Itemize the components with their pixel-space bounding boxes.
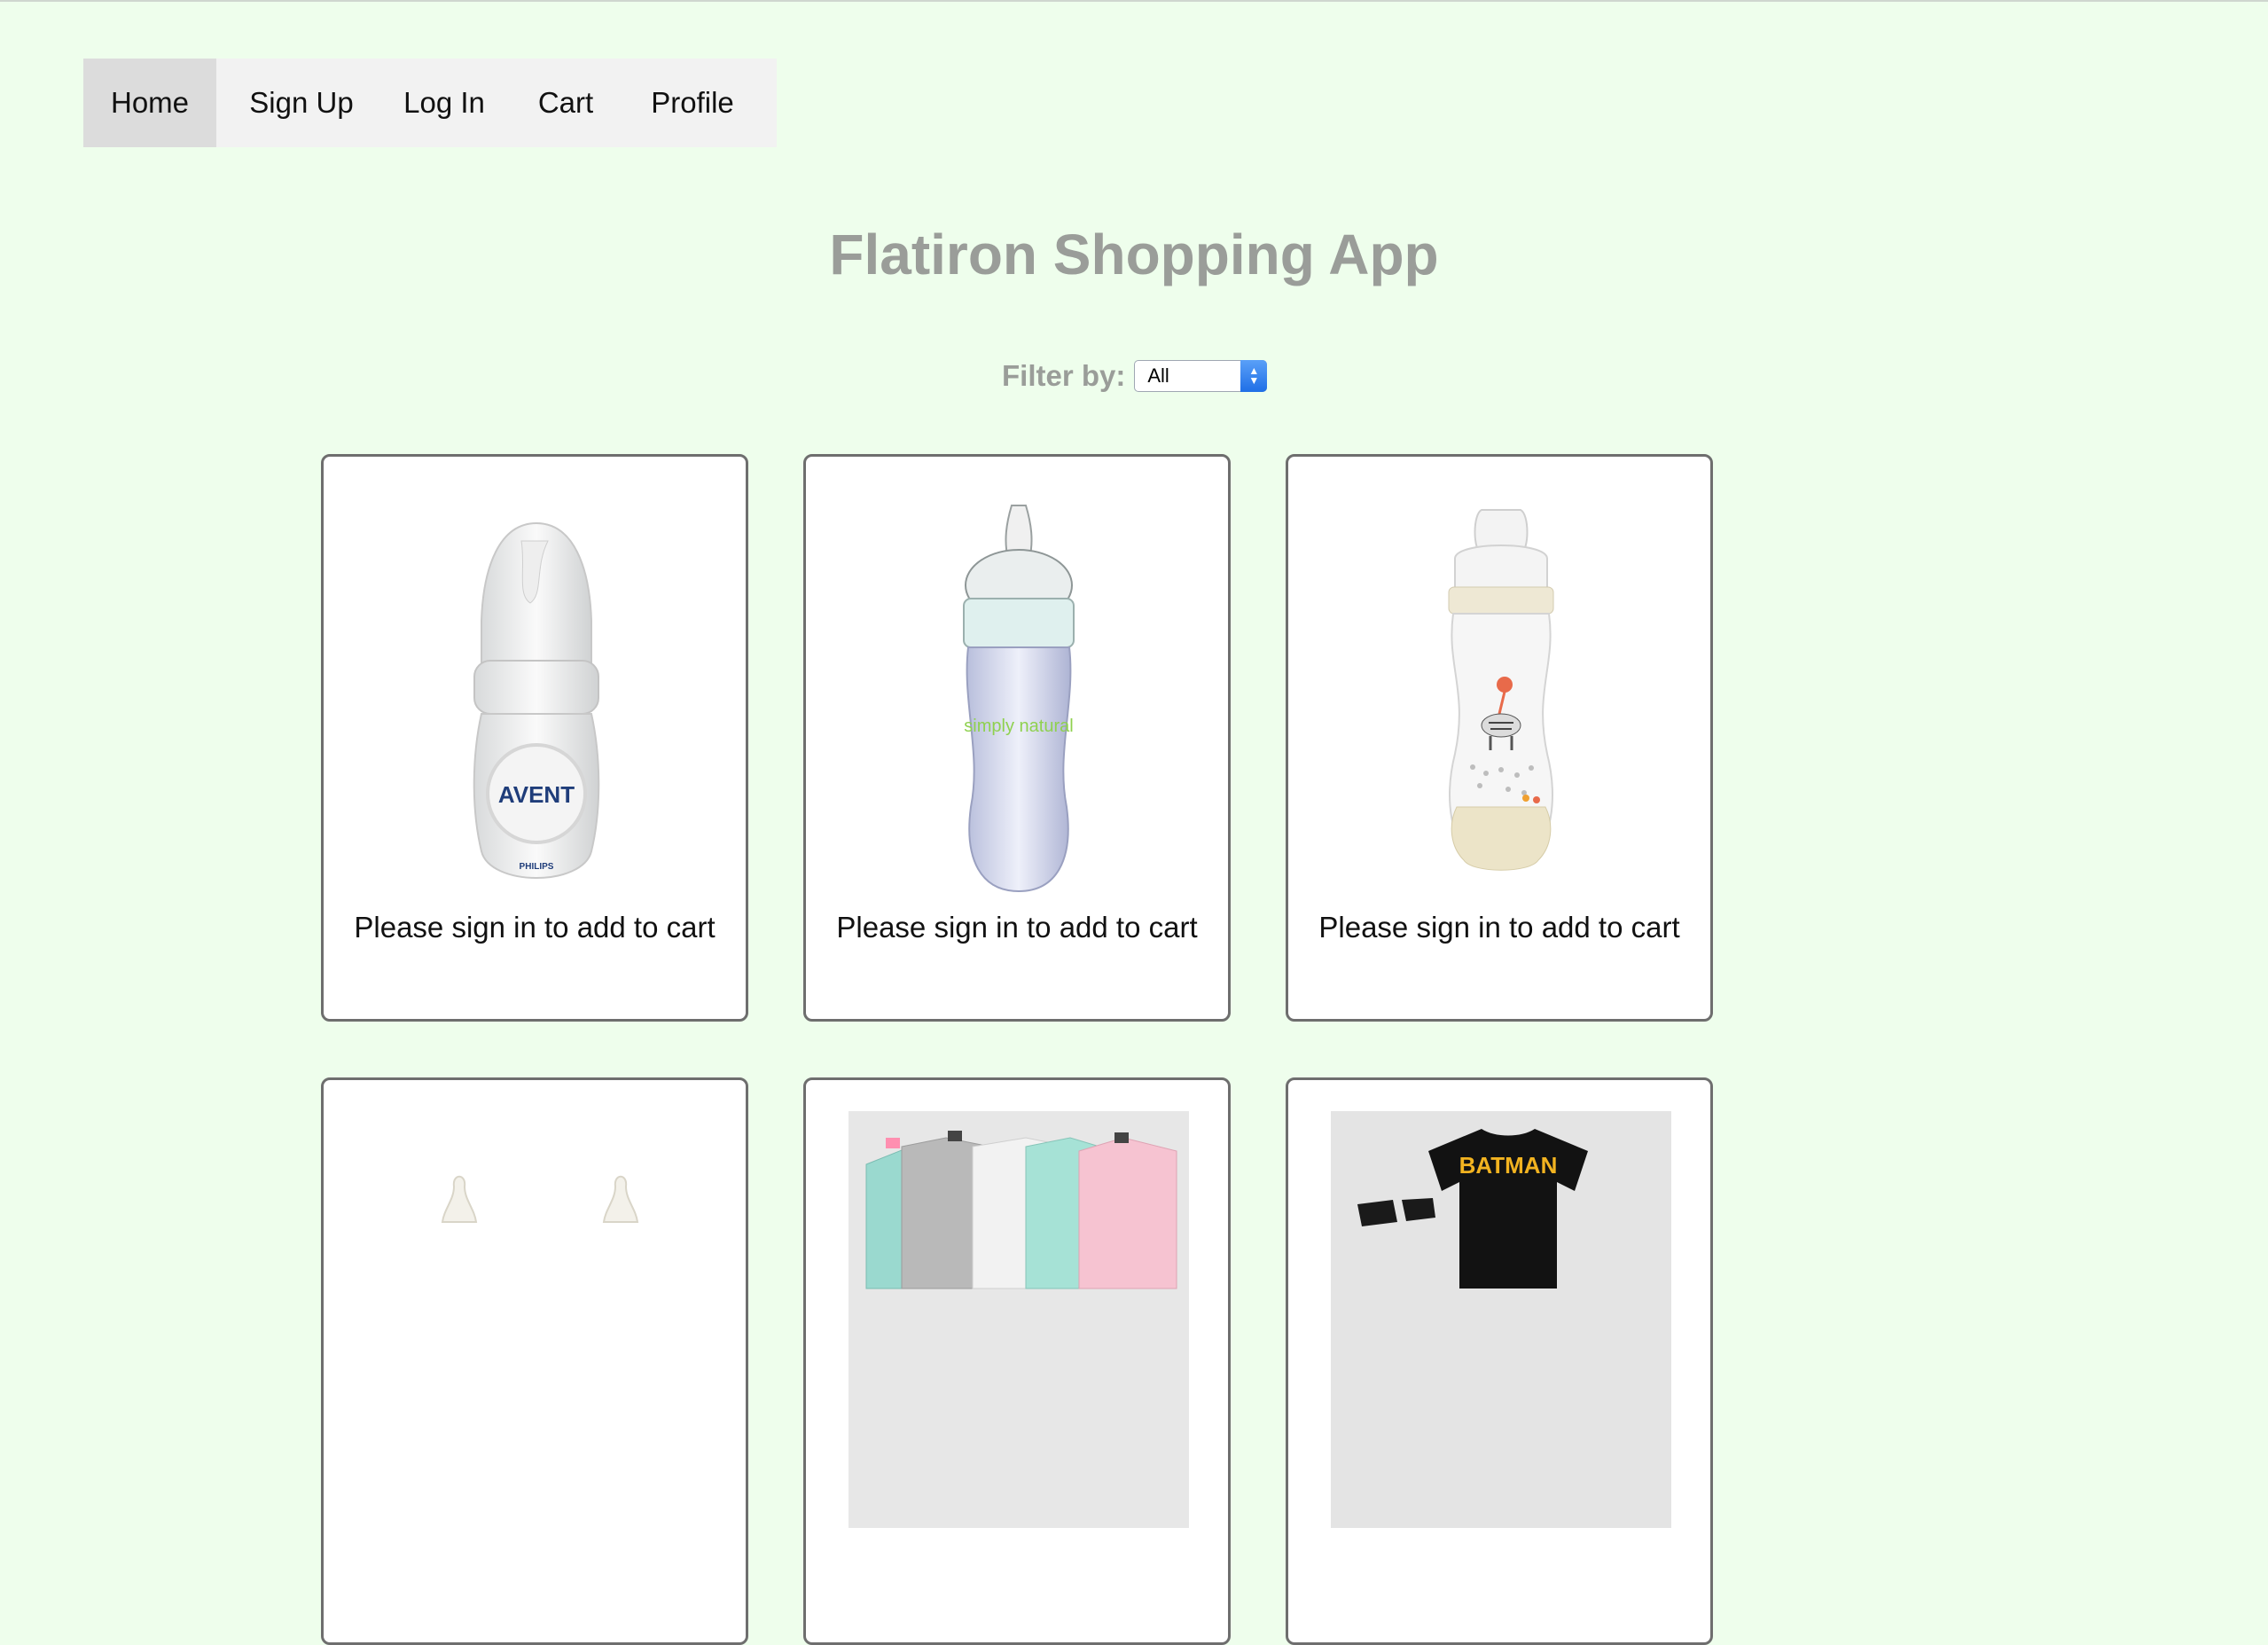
baby-sleepers-icon xyxy=(849,1111,1189,1528)
product-card: BATMAN xyxy=(1286,1077,1713,1645)
chevron-updown-icon: ▲ ▼ xyxy=(1240,360,1268,392)
baby-onesie-icon: BATMAN xyxy=(1331,1111,1671,1528)
nav-cart[interactable]: Cart xyxy=(502,59,630,147)
bottle-nipples-icon xyxy=(366,1111,707,1528)
product-card: simply natural Please sign in to add to … xyxy=(803,454,1231,1022)
baby-bottle-icon: AVENT PHILIPS xyxy=(473,521,600,879)
nav-home[interactable]: Home xyxy=(83,59,216,147)
page-title: Flatiron Shopping App xyxy=(829,223,1439,286)
window-top-border xyxy=(0,0,2268,2)
filter-label: Filter by: xyxy=(1002,359,1126,392)
product-card xyxy=(803,1077,1231,1645)
product-image: simply natural xyxy=(849,488,1189,905)
sign-in-message: Please sign in to add to cart xyxy=(836,911,1198,944)
product-image xyxy=(849,1111,1189,1528)
product-image: BATMAN xyxy=(1331,1111,1671,1528)
avent-brand-text: AVENT xyxy=(498,781,575,808)
batman-logo-text: BATMAN xyxy=(1459,1152,1558,1179)
baby-bottle-icon xyxy=(1331,488,1671,905)
product-image xyxy=(366,1111,707,1528)
simply-natural-brand-text: simply natural xyxy=(964,717,1073,736)
sign-in-message: Please sign in to add to cart xyxy=(354,911,716,944)
nav-log-in[interactable]: Log In xyxy=(387,59,502,147)
product-card xyxy=(321,1077,748,1645)
product-image: AVENT PHILIPS xyxy=(366,488,707,905)
main-nav: Home Sign Up Log In Cart Profile xyxy=(83,59,777,147)
baby-bottle-icon: simply natural xyxy=(963,505,1075,893)
product-card: Please sign in to add to cart xyxy=(1286,454,1713,1022)
product-image xyxy=(1331,488,1671,905)
product-card: AVENT PHILIPS Please sign in to add to c… xyxy=(321,454,748,1022)
filter-selected-value: All xyxy=(1147,364,1169,387)
filter-bar: Filter by: All ▲ ▼ xyxy=(1002,355,1268,397)
filter-select[interactable]: All ▲ ▼ xyxy=(1134,360,1268,392)
sign-in-message: Please sign in to add to cart xyxy=(1318,911,1680,944)
philips-brand-text: PHILIPS xyxy=(520,862,554,872)
nav-profile[interactable]: Profile xyxy=(630,59,755,147)
nav-sign-up[interactable]: Sign Up xyxy=(216,59,387,147)
